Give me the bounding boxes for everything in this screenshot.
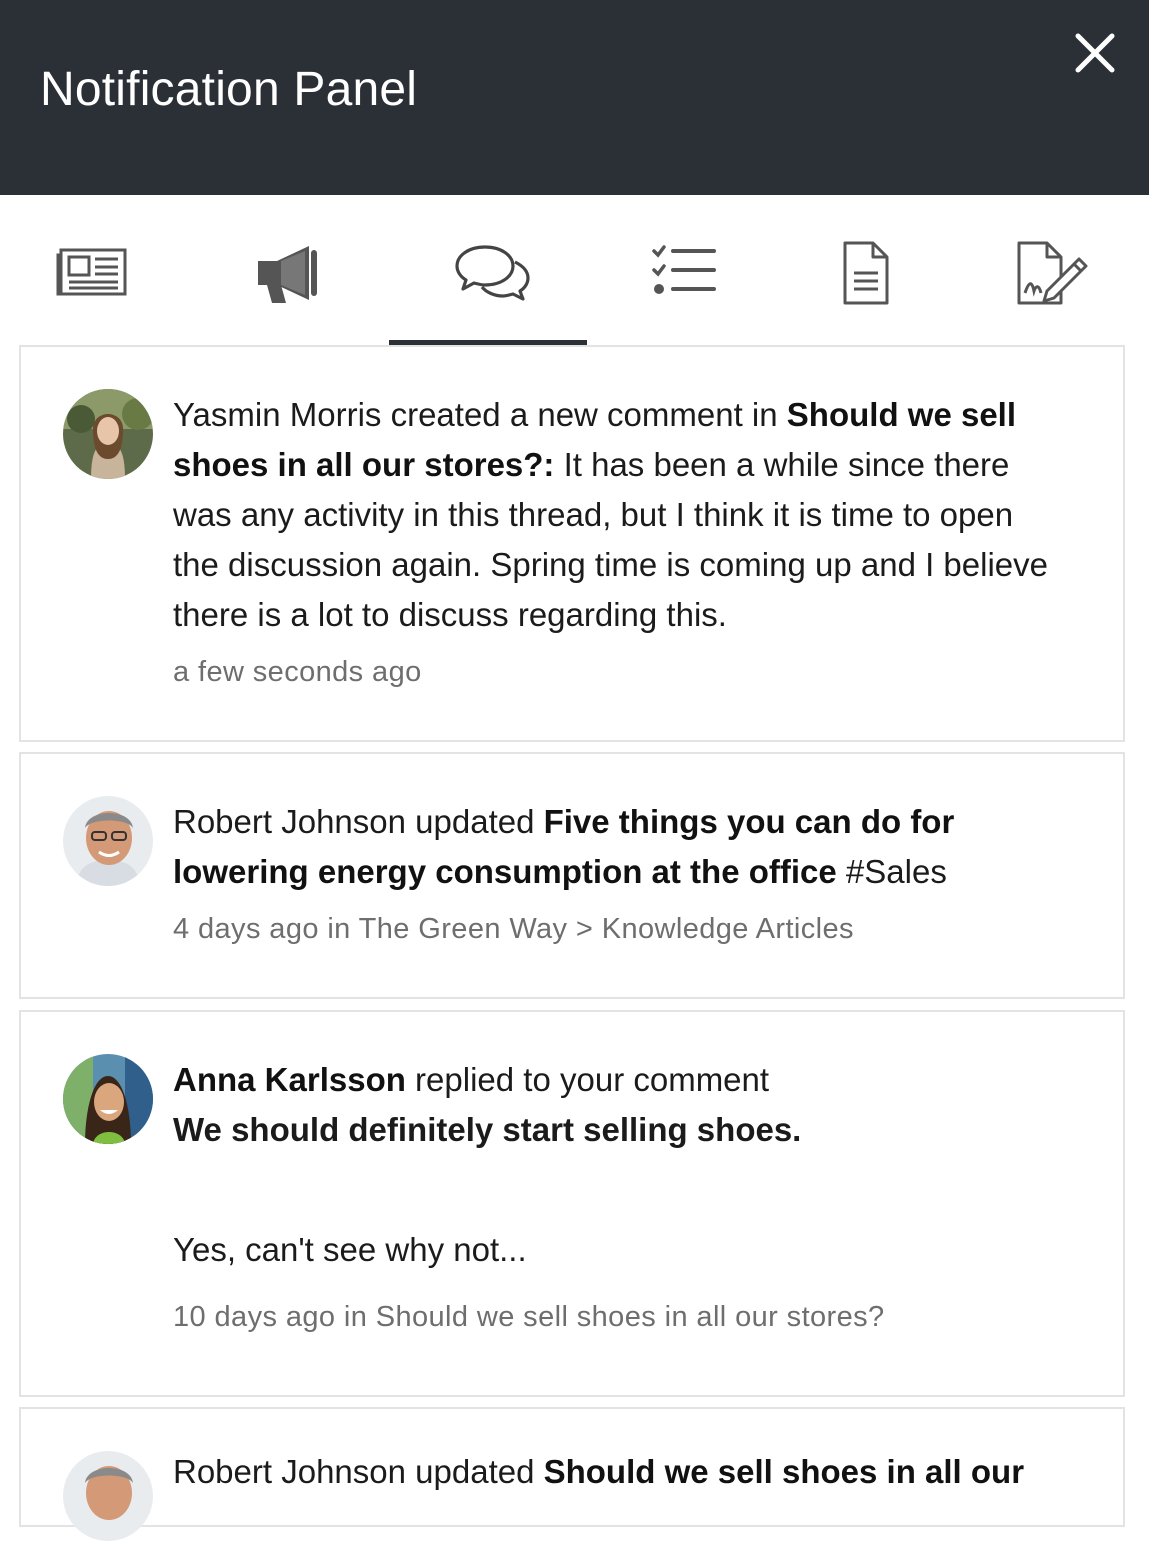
- avatar: [63, 1451, 153, 1541]
- actor-name[interactable]: Anna Karlsson: [173, 1061, 406, 1098]
- timestamp: 10 days ago in Should we sell shoes in a…: [173, 1301, 885, 1333]
- quoted-comment[interactable]: We should definitely start selling shoes…: [173, 1105, 1067, 1155]
- notification-text: Anna Karlsson replied to your comment We…: [173, 1055, 1067, 1337]
- action-text: updated: [405, 803, 544, 840]
- tab-bar: [0, 195, 1149, 345]
- chat-bubbles-icon: [455, 245, 530, 301]
- timestamp: 4 days ago in The Green Way > Knowledge …: [173, 913, 854, 945]
- close-button[interactable]: [1066, 24, 1124, 82]
- panel-header: Notification Panel: [0, 0, 1149, 195]
- hashtag[interactable]: #Sales: [837, 853, 947, 890]
- avatar: [63, 389, 153, 479]
- action-text: created a new comment in: [381, 396, 787, 433]
- newspaper-icon: [56, 248, 127, 296]
- notification-text: Yasmin Morris created a new comment in S…: [173, 390, 1067, 692]
- notification-card[interactable]: Yasmin Morris created a new comment in S…: [19, 345, 1125, 742]
- actor-name: Robert Johnson: [173, 803, 406, 840]
- action-text: updated: [405, 1453, 544, 1490]
- avatar: [63, 1054, 153, 1144]
- tab-comments[interactable]: [389, 195, 587, 345]
- tab-documents[interactable]: [767, 195, 965, 345]
- tab-signatures[interactable]: [951, 195, 1149, 345]
- notification-text: Robert Johnson updated Should we sell sh…: [173, 1447, 1083, 1497]
- notification-card[interactable]: Robert Johnson updated Should we sell sh…: [19, 1407, 1125, 1541]
- actor-name: Yasmin Morris: [173, 396, 382, 433]
- tab-news[interactable]: [0, 195, 198, 345]
- tab-tasks[interactable]: [584, 195, 782, 345]
- signature-icon: [1017, 241, 1088, 305]
- target-link[interactable]: Should we sell shoes in all our: [544, 1453, 1024, 1490]
- megaphone-icon: [258, 246, 317, 303]
- reply-text: Yes, can't see why not...: [173, 1231, 527, 1268]
- avatar: [63, 796, 153, 886]
- checklist-icon: [652, 245, 716, 294]
- notification-text: Robert Johnson updated Five things you c…: [173, 797, 1067, 949]
- tab-announcements[interactable]: [191, 195, 389, 345]
- panel-title: Notification Panel: [40, 63, 418, 116]
- document-icon: [843, 241, 889, 305]
- timestamp: a few seconds ago: [173, 656, 422, 688]
- close-icon: [1075, 33, 1115, 73]
- action-text: replied to your comment: [405, 1061, 770, 1098]
- notification-card[interactable]: Anna Karlsson replied to your comment We…: [19, 1010, 1125, 1397]
- notification-card[interactable]: Robert Johnson updated Five things you c…: [19, 752, 1125, 999]
- actor-name: Robert Johnson: [173, 1453, 406, 1490]
